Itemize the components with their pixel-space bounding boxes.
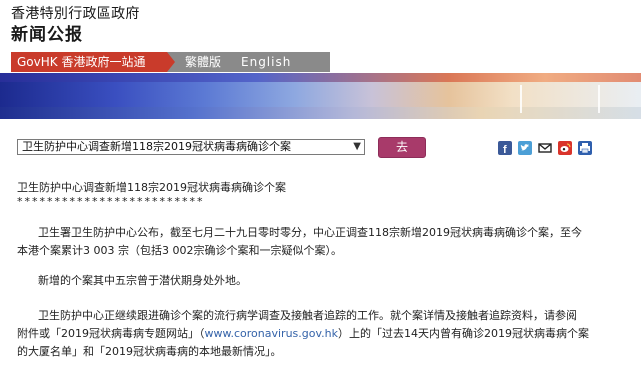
weibo-icon[interactable] xyxy=(558,141,572,155)
paragraph-3-text-a: 附件或「2019冠状病毒病专题网站」（ xyxy=(17,327,205,340)
article-select[interactable]: 卫生防护中心调查新增118宗2019冠状病毒病确诊个案 ▼ xyxy=(17,139,365,155)
paragraph-3-line-3: 的大厦名单」和「2019冠状病毒病的本地最新情况」。 xyxy=(17,345,282,358)
top-navbar: GovHK 香港政府一站通 繁體版 English xyxy=(11,52,330,72)
govhk-link[interactable]: GovHK 香港政府一站通 xyxy=(11,52,175,72)
facebook-icon[interactable]: f xyxy=(498,141,512,155)
paragraph-3-text-b: ）上的「过去14天内曾有确诊2019冠状病毒病个案 xyxy=(337,327,589,340)
article-select-value: 卫生防护中心调查新增118宗2019冠状病毒病确诊个案 xyxy=(22,140,291,153)
header-banner xyxy=(0,73,641,119)
traditional-chinese-link[interactable]: 繁體版 xyxy=(185,52,221,72)
page-title: 新闻公报 xyxy=(11,25,83,45)
paragraph-1-line-2: 本港个案累计3 003 宗（包括3 002宗确诊个案和一宗疑似个案）。 xyxy=(17,244,342,257)
english-link[interactable]: English xyxy=(241,52,291,72)
paragraph-2: 新增的个案其中五宗曾于潜伏期身处外地。 xyxy=(38,274,247,287)
chevron-down-icon: ▼ xyxy=(353,141,361,152)
go-button[interactable]: 去 xyxy=(378,137,426,158)
twitter-icon[interactable] xyxy=(518,141,532,155)
paragraph-3-line-1: 卫生防护中心正继续跟进确诊个案的流行病学调查及接触者追踪的工作。就个案详情及接触… xyxy=(38,309,577,322)
article-title: 卫生防护中心调查新增118宗2019冠状病毒病确诊个案 xyxy=(17,181,286,194)
banner-stripe-top xyxy=(0,73,641,82)
title-separator: ************************* xyxy=(17,195,205,208)
email-icon[interactable] xyxy=(538,141,552,155)
svg-text:f: f xyxy=(503,144,507,155)
print-icon[interactable] xyxy=(578,141,592,155)
paragraph-3-line-2: 附件或「2019冠状病毒病专题网站」（www.coronavirus.gov.h… xyxy=(17,325,589,341)
coronavirus-website-link[interactable]: www.coronavirus.gov.hk xyxy=(205,327,338,340)
paragraph-1-line-1: 卫生署卫生防护中心公布，截至七月二十九日零时零分，中心正调查118宗新增2019… xyxy=(38,226,582,239)
banner-frame xyxy=(520,85,600,113)
